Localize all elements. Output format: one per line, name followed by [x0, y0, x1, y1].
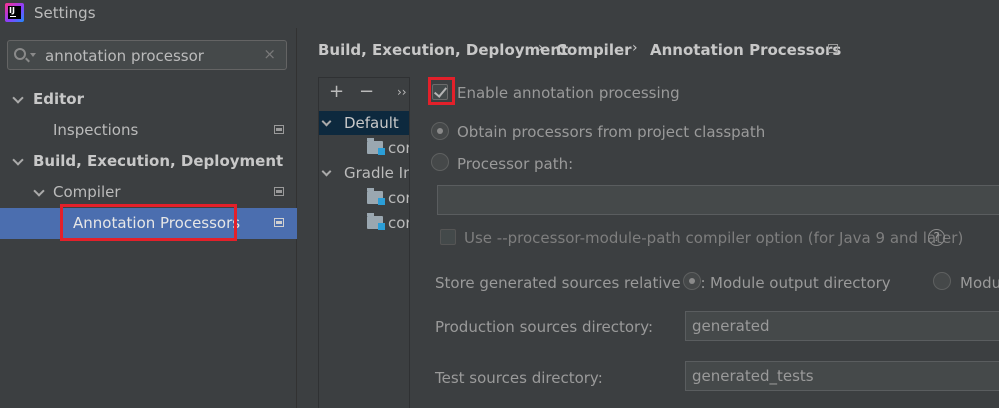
- more-icon[interactable]: ››: [397, 85, 407, 99]
- project-settings-icon: [828, 44, 838, 53]
- search-icon[interactable]: [14, 48, 26, 60]
- settings-sidebar: × Editor Inspections Build, Execution, D…: [0, 28, 297, 408]
- obtain-from-classpath-radio[interactable]: [431, 122, 449, 140]
- chevron-down-icon[interactable]: [30, 53, 36, 57]
- module-content-root-radio[interactable]: [933, 272, 951, 290]
- enable-annotation-processing-label: Enable annotation processing: [457, 84, 680, 102]
- module-label: core: [388, 139, 409, 157]
- obtain-from-classpath-label: Obtain processors from project classpath: [457, 123, 766, 141]
- chevron-down-icon[interactable]: [321, 166, 332, 177]
- tree-item-label: Build, Execution, Deployment: [33, 152, 284, 170]
- clear-search-icon[interactable]: ×: [263, 45, 276, 63]
- add-icon[interactable]: +: [329, 81, 344, 102]
- profile-module[interactable]: core: [319, 186, 409, 210]
- tree-item-editor[interactable]: Editor: [0, 84, 297, 115]
- chevron-down-icon[interactable]: [321, 116, 332, 127]
- module-label: core: [388, 214, 409, 232]
- processor-path-radio[interactable]: [431, 153, 449, 171]
- profiles-toolbar: + − ››: [319, 78, 409, 106]
- project-settings-icon: [274, 125, 284, 134]
- chevron-down-icon[interactable]: [33, 185, 45, 197]
- breadcrumb-compiler: Compiler: [556, 41, 632, 59]
- profile-label: Default: [344, 114, 399, 132]
- store-generated-label: Store generated sources relative to:: [435, 274, 706, 292]
- settings-search-box[interactable]: ×: [7, 40, 287, 70]
- module-output-directory-radio[interactable]: [683, 272, 701, 290]
- breadcrumb: Build, Execution, Deployment › Compiler …: [298, 28, 999, 68]
- tree-item-label: Compiler: [53, 183, 121, 201]
- highlight-enable-checkbox: [428, 77, 455, 105]
- test-sources-label: Test sources directory:: [435, 369, 603, 387]
- tree-item-inspections[interactable]: Inspections: [0, 115, 297, 146]
- project-settings-icon: [274, 187, 284, 196]
- processor-path-label: Processor path:: [457, 155, 574, 173]
- tree-item-label: Inspections: [53, 121, 139, 139]
- module-folder-icon: [367, 188, 385, 205]
- processor-path-field[interactable]: [437, 185, 999, 215]
- production-sources-label: Production sources directory:: [435, 318, 654, 336]
- chevron-down-icon[interactable]: [12, 154, 24, 166]
- chevron-right-icon: ›: [538, 40, 544, 56]
- remove-icon[interactable]: −: [359, 81, 374, 102]
- profiles-panel: + − ›› Default core Gradle Imported core…: [318, 77, 410, 408]
- profile-default[interactable]: Default: [319, 111, 409, 135]
- tree-item-label: Editor: [33, 90, 84, 108]
- module-path-label: Use --processor-module-path compiler opt…: [464, 229, 964, 247]
- project-settings-icon: [274, 218, 284, 227]
- profile-gradle-imported[interactable]: Gradle Imported: [319, 161, 409, 185]
- profile-label: Gradle Imported: [344, 164, 409, 182]
- profile-module[interactable]: core: [319, 136, 409, 160]
- module-folder-icon: [367, 213, 385, 230]
- module-output-directory-label: Module output directory: [710, 274, 891, 292]
- tree-item-build-execution-deployment[interactable]: Build, Execution, Deployment: [0, 146, 297, 177]
- help-icon[interactable]: ?: [928, 229, 945, 246]
- module-label: core: [388, 189, 409, 207]
- module-folder-icon: [367, 138, 385, 155]
- test-sources-field[interactable]: generated_tests: [685, 361, 999, 391]
- intellij-app-icon: IJ: [5, 3, 24, 22]
- window-title: Settings: [34, 4, 96, 22]
- module-content-root-label: Module content root: [960, 274, 999, 292]
- production-sources-field[interactable]: generated: [685, 311, 999, 341]
- highlight-annotation-processors: [60, 204, 237, 241]
- title-bar: IJ Settings: [0, 0, 999, 28]
- chevron-right-icon: ›: [632, 40, 638, 56]
- chevron-down-icon[interactable]: [12, 92, 24, 104]
- breadcrumb-build: Build, Execution, Deployment: [318, 41, 569, 59]
- search-input[interactable]: [45, 47, 255, 65]
- page-title: Annotation Processors: [650, 41, 842, 59]
- profile-module[interactable]: core: [319, 211, 409, 235]
- module-path-checkbox[interactable]: [440, 229, 456, 245]
